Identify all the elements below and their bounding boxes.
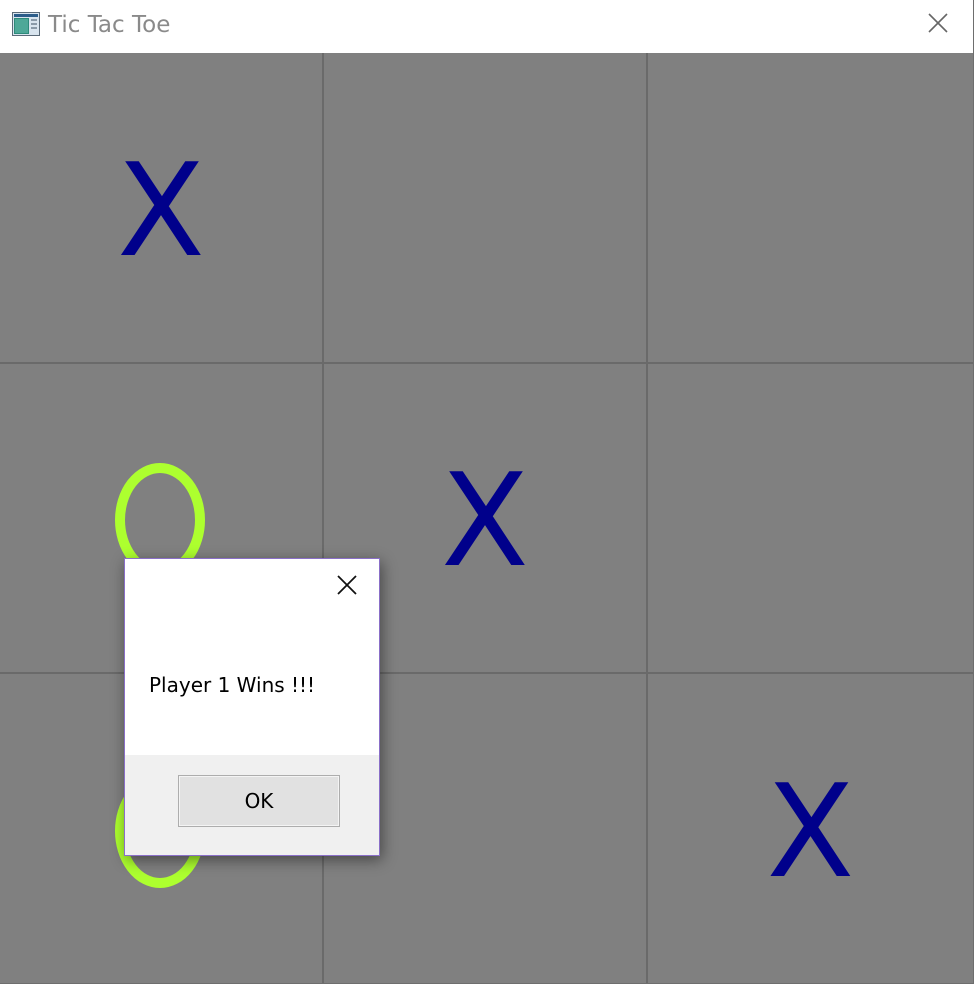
cell-1-1[interactable]: X bbox=[0, 53, 322, 362]
dialog-message: Player 1 Wins !!! bbox=[149, 673, 316, 697]
window-close-button[interactable] bbox=[910, 4, 966, 46]
x-mark: X bbox=[117, 136, 205, 286]
grid-line-horizontal bbox=[0, 362, 973, 364]
cell-3-3[interactable]: X bbox=[648, 674, 973, 983]
cell-2-3[interactable] bbox=[648, 364, 973, 672]
ok-button[interactable]: OK bbox=[178, 775, 340, 827]
app-window-icon bbox=[12, 12, 40, 36]
dialog-close-button[interactable] bbox=[329, 569, 365, 605]
dialog-footer: OK bbox=[125, 755, 379, 855]
message-dialog: Player 1 Wins !!! OK bbox=[124, 558, 380, 856]
close-icon bbox=[927, 12, 949, 38]
cell-1-2[interactable] bbox=[324, 53, 646, 362]
main-window: Tic Tac Toe X X X Player 1 Wins !!! OK bbox=[0, 0, 974, 984]
cell-1-3[interactable] bbox=[648, 53, 973, 362]
x-mark: X bbox=[766, 757, 855, 907]
window-title: Tic Tac Toe bbox=[48, 12, 171, 38]
close-icon bbox=[336, 574, 358, 600]
grid-line-vertical bbox=[646, 53, 648, 983]
title-bar: Tic Tac Toe bbox=[0, 0, 973, 52]
x-mark: X bbox=[441, 447, 529, 596]
